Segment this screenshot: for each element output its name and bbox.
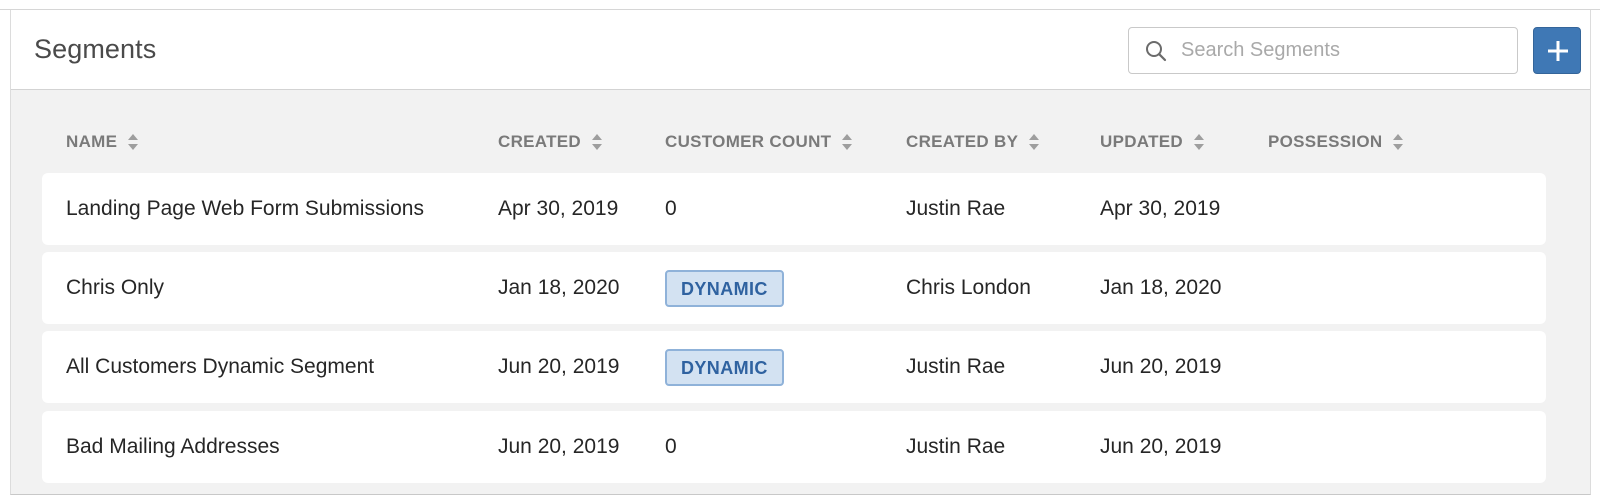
- column-header-label: UPDATED: [1100, 132, 1184, 151]
- updated-date: Jun 20, 2019: [1100, 435, 1222, 458]
- created-by: Justin Rae: [906, 355, 1006, 378]
- column-header-updated[interactable]: UPDATED: [1100, 131, 1205, 153]
- sort-icon: [842, 134, 853, 150]
- column-header-name[interactable]: NAME: [66, 131, 139, 153]
- column-header-possession[interactable]: POSSESSION: [1268, 131, 1404, 153]
- created-date: Jun 20, 2019: [498, 355, 620, 378]
- column-header-label: CREATED BY: [906, 132, 1019, 151]
- column-header-label: CREATED: [498, 132, 582, 151]
- segment-name[interactable]: All Customers Dynamic Segment: [66, 331, 374, 403]
- customer-count: 0: [665, 197, 677, 220]
- column-header-label: CUSTOMER COUNT: [665, 132, 832, 151]
- updated-date: Jun 20, 2019: [1100, 355, 1222, 378]
- segment-name[interactable]: Chris Only: [66, 252, 164, 324]
- column-header-created-by[interactable]: CREATED BY: [906, 131, 1040, 153]
- created-by: Justin Rae: [906, 197, 1006, 220]
- dynamic-badge: DYNAMIC: [665, 348, 784, 386]
- dynamic-badge: DYNAMIC: [665, 269, 784, 307]
- column-header-created[interactable]: CREATED: [498, 131, 603, 153]
- page-title: Segments: [34, 34, 157, 64]
- updated-date: Jan 18, 2020: [1100, 276, 1222, 299]
- table-row[interactable]: Bad Mailing Addresses Jun 20, 2019 0 Jus…: [42, 411, 1546, 483]
- sort-icon: [1194, 134, 1205, 150]
- created-by: Justin Rae: [906, 435, 1006, 458]
- created-date: Jan 18, 2020: [498, 276, 620, 299]
- panel-header: Segments: [11, 10, 1590, 90]
- search-input[interactable]: [1181, 28, 1511, 73]
- sort-icon: [128, 134, 139, 150]
- table-row[interactable]: All Customers Dynamic Segment Jun 20, 20…: [42, 331, 1546, 403]
- table-row[interactable]: Landing Page Web Form Submissions Apr 30…: [42, 173, 1546, 245]
- created-date: Jun 20, 2019: [498, 435, 620, 458]
- segment-name[interactable]: Bad Mailing Addresses: [66, 411, 280, 483]
- search-box[interactable]: [1128, 27, 1518, 74]
- created-by: Chris London: [906, 276, 1031, 299]
- column-header-label: POSSESSION: [1268, 132, 1383, 151]
- customer-count: 0: [665, 435, 677, 458]
- updated-date: Apr 30, 2019: [1100, 197, 1221, 220]
- column-header-customer-count[interactable]: CUSTOMER COUNT: [665, 131, 853, 153]
- add-segment-button[interactable]: [1533, 27, 1581, 74]
- segments-panel: Segments NAME CREATED CUSTOMER COUNT CRE…: [10, 10, 1591, 495]
- plus-icon: [1548, 41, 1568, 61]
- column-header-label: NAME: [66, 132, 118, 151]
- segment-name[interactable]: Landing Page Web Form Submissions: [66, 173, 424, 245]
- sort-icon: [1393, 134, 1404, 150]
- sort-icon: [1029, 134, 1040, 150]
- created-date: Apr 30, 2019: [498, 197, 619, 220]
- customer-count: DYNAMIC: [665, 331, 784, 403]
- customer-count: DYNAMIC: [665, 252, 784, 324]
- table-row[interactable]: Chris Only Jan 18, 2020 DYNAMIC Chris Lo…: [42, 252, 1546, 324]
- sort-icon: [592, 134, 603, 150]
- search-icon: [1146, 41, 1167, 62]
